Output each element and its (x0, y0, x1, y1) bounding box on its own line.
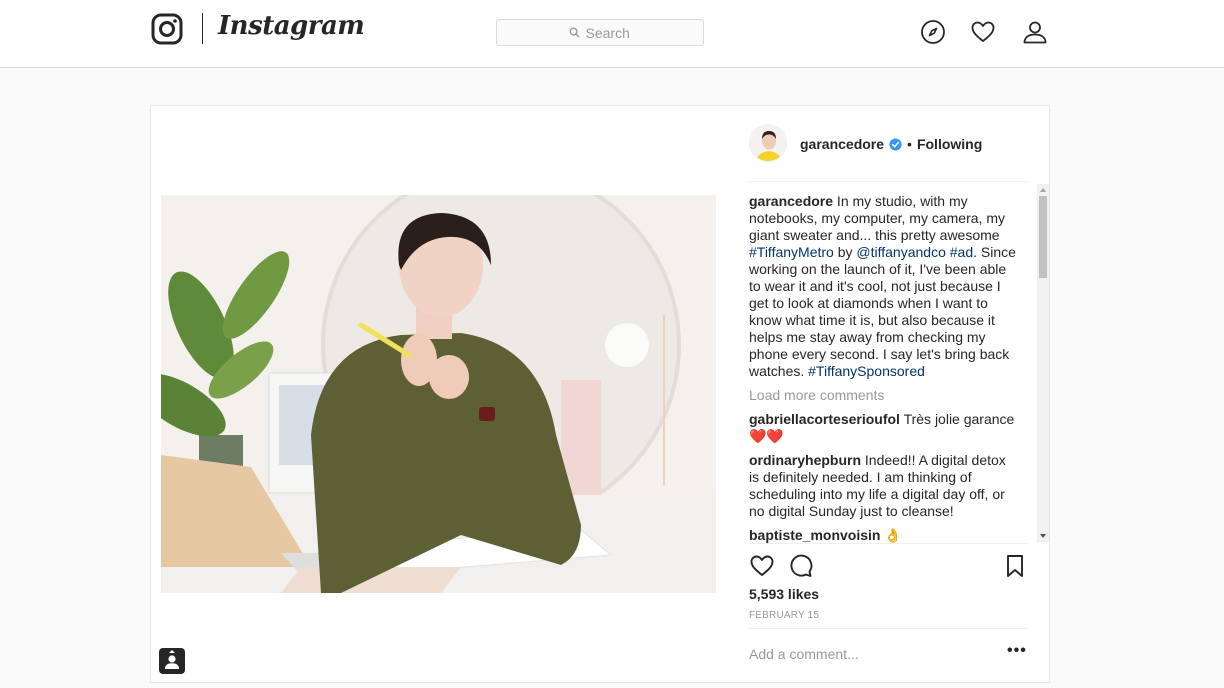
post-author-header: garancedore • Following (800, 136, 982, 152)
caption-text: by (833, 244, 857, 260)
search-icon (569, 27, 580, 38)
heart-emoji: ❤️❤️ (749, 428, 784, 444)
hashtag-link[interactable]: #TiffanySponsored (808, 363, 925, 379)
instagram-glyph-icon[interactable] (151, 13, 183, 45)
comment-username[interactable]: gabriellacorteserioufol (749, 411, 900, 427)
comment-username[interactable]: ordinaryhepburn (749, 452, 861, 468)
ok-hand-emoji: 👌 (884, 527, 902, 543)
add-comment-divider (749, 628, 1027, 629)
instagram-wordmark[interactable]: Instagram (218, 11, 365, 41)
caption: garancedore In my studio, with my notebo… (749, 193, 1017, 380)
following-button[interactable]: Following (917, 136, 982, 152)
hashtag-link[interactable]: #TiffanyMetro (749, 244, 834, 260)
comments-divider (749, 543, 1027, 544)
search-input[interactable] (585, 24, 632, 41)
load-more-comments-button[interactable]: Load more comments (749, 387, 1017, 404)
add-comment-input[interactable] (749, 646, 989, 662)
comment-item: baptiste_monvoisin 👌 (749, 527, 1017, 543)
likes-count[interactable]: 5,593 likes (749, 586, 819, 602)
comments-scrollbar[interactable] (1037, 184, 1049, 542)
top-nav: Instagram (0, 0, 1224, 68)
post-actions (749, 553, 1029, 581)
hashtag-link[interactable]: #ad (950, 244, 973, 260)
caption-username[interactable]: garancedore (749, 193, 833, 209)
compass-icon[interactable] (920, 19, 946, 45)
post-photo[interactable] (161, 195, 716, 593)
author-username[interactable]: garancedore (800, 136, 884, 152)
more-options-button[interactable]: ••• (1007, 642, 1027, 660)
user-tags-button[interactable] (159, 648, 185, 674)
header-separator: • (907, 136, 912, 152)
logo-divider (202, 13, 203, 44)
scroll-down-arrow-icon[interactable] (1040, 534, 1046, 538)
verified-badge-icon (889, 137, 902, 151)
comment-item: ordinaryhepburn Indeed!! A digital detox… (749, 452, 1017, 520)
bookmark-icon[interactable] (1002, 553, 1028, 579)
profile-icon[interactable] (1022, 19, 1048, 45)
comment-bubble-icon[interactable] (787, 553, 813, 579)
user-tag-icon (165, 650, 179, 669)
avatar-image (750, 125, 786, 161)
comment-text: Très jolie garance (899, 411, 1015, 427)
post-photo-illustration (161, 195, 716, 593)
post-card: garancedore • Following garancedore In m… (150, 105, 1050, 683)
avatar[interactable] (749, 124, 787, 162)
header-divider (749, 181, 1027, 182)
caption-text: . Since working on the launch of it, I'v… (749, 244, 1016, 379)
search-box[interactable] (496, 19, 704, 46)
heart-icon[interactable] (970, 19, 996, 45)
comment-username[interactable]: baptiste_monvoisin (749, 527, 880, 543)
scroll-thumb[interactable] (1039, 196, 1047, 278)
post-side-panel: garancedore • Following garancedore In m… (749, 106, 1029, 684)
comments-list: garancedore In my studio, with my notebo… (749, 193, 1017, 543)
post-date[interactable]: FEBRUARY 15 (749, 610, 819, 621)
scroll-up-arrow-icon[interactable] (1040, 188, 1046, 192)
mention-link[interactable]: @tiffanyandco (856, 244, 945, 260)
like-heart-icon[interactable] (749, 553, 775, 579)
comment-item: gabriellacorteserioufol Très jolie garan… (749, 411, 1017, 445)
